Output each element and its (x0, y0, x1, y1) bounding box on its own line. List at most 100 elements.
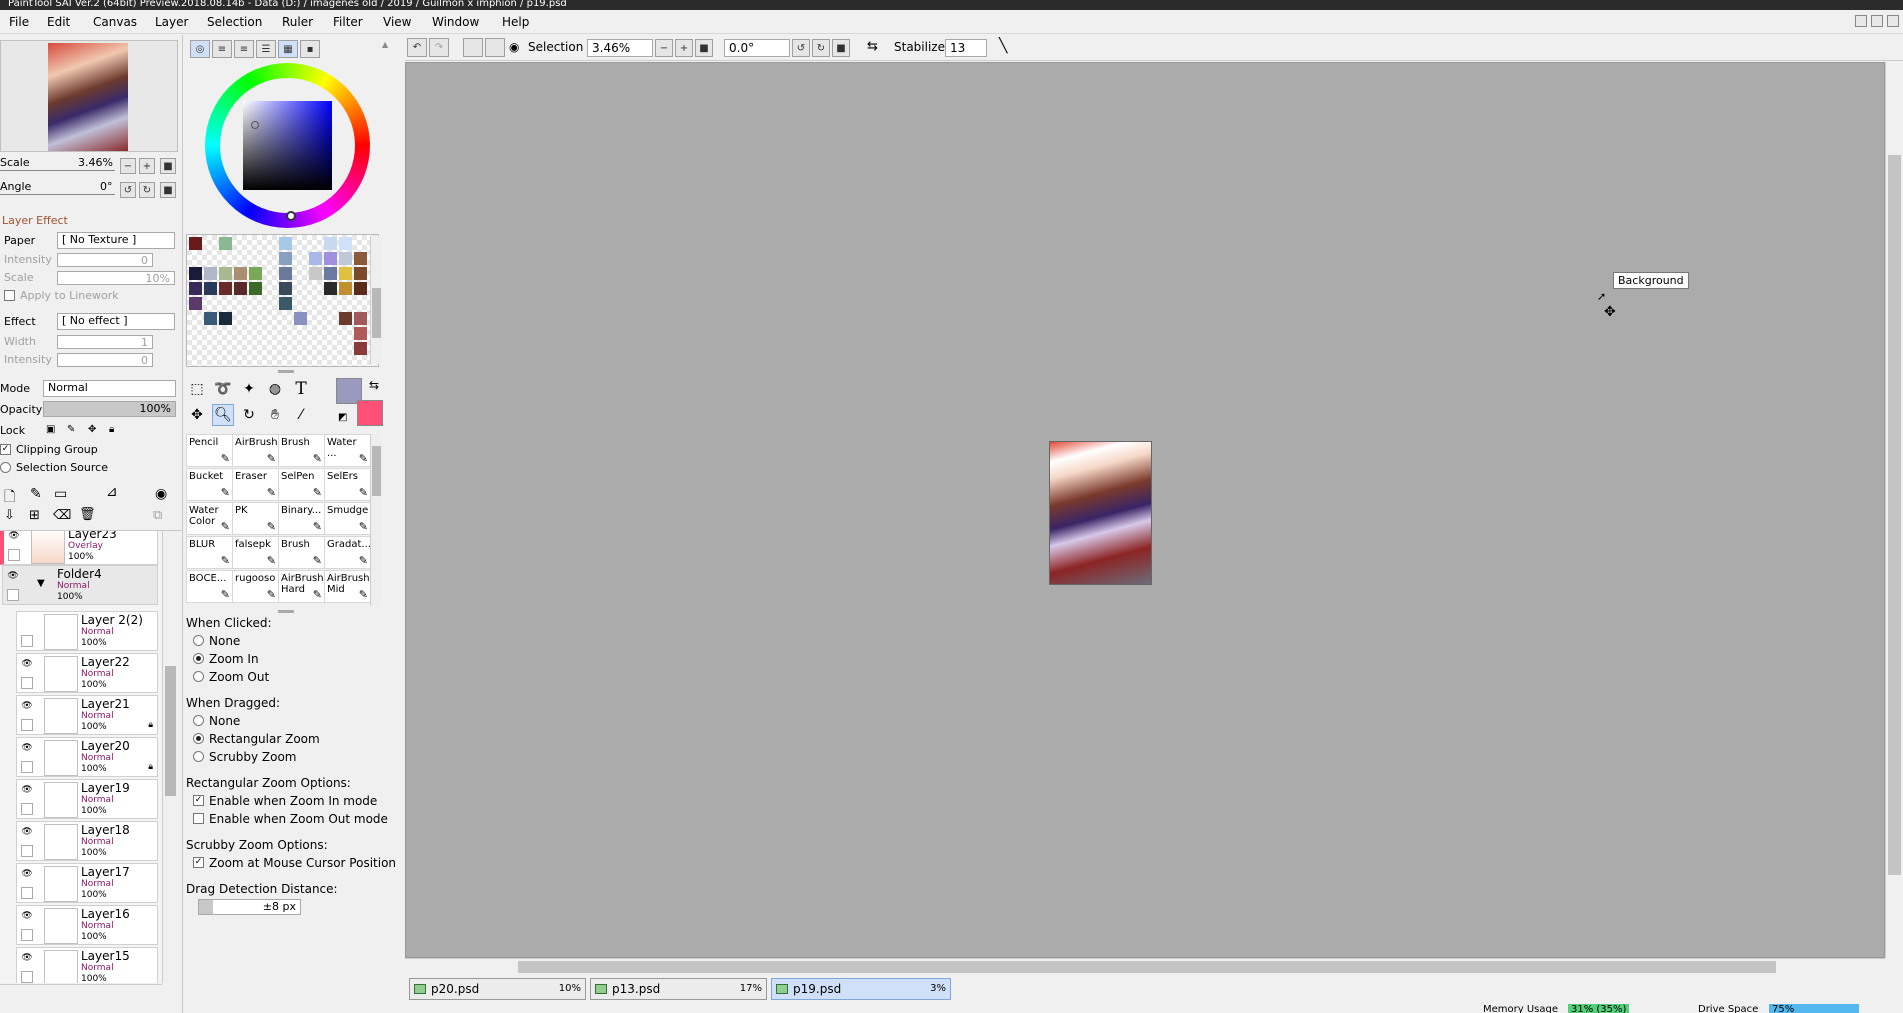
layer-select-checkbox[interactable] (21, 719, 33, 731)
clicked-none-radio[interactable] (193, 635, 204, 646)
layer-row[interactable]: 👁︎ ▼ Folder4 Normal 100% (2, 565, 158, 605)
drag-detection-field[interactable]: ±8 px (198, 899, 301, 915)
swatch[interactable] (339, 237, 352, 250)
toolbar-zoom-in-button[interactable]: + (675, 39, 693, 57)
swatch[interactable] (354, 252, 367, 265)
intensity2-field[interactable]: 0 (57, 353, 153, 367)
dragged-none-radio[interactable] (193, 715, 204, 726)
layer-row[interactable]: 👁︎ Layer22 Normal 100% (16, 653, 158, 693)
visibility-eye-icon[interactable]: 👁︎ (8, 531, 20, 542)
close-button[interactable] (1887, 15, 1899, 27)
swatch[interactable] (309, 252, 322, 265)
layer-row[interactable]: Layer 2(2) Normal 100% (16, 611, 158, 651)
brush-slot[interactable]: Smudge ✎ (324, 502, 372, 535)
swatch[interactable] (204, 312, 217, 325)
selection-label[interactable]: Selection (528, 40, 583, 54)
menu-selection[interactable]: Selection (207, 15, 262, 29)
new-linework-layer-icon[interactable]: ✎ (30, 486, 42, 502)
swatch[interactable] (279, 282, 292, 295)
trash-icon[interactable]: 🗑︎ (79, 507, 96, 522)
lock-transparency-icon[interactable]: ▣ (46, 424, 55, 435)
minimize-button[interactable] (1855, 15, 1867, 27)
enable-zoom-in-checkbox[interactable]: ✓ (193, 795, 204, 806)
swatch-grid[interactable] (186, 234, 379, 367)
visibility-eye-icon[interactable]: 👁︎ (21, 658, 33, 670)
deselect-icon[interactable] (463, 38, 483, 57)
artwork-canvas[interactable] (1050, 442, 1151, 584)
hue-handle[interactable] (286, 211, 296, 221)
navigator[interactable] (0, 40, 178, 152)
layer-select-checkbox[interactable] (21, 929, 33, 941)
swatch[interactable] (354, 327, 367, 340)
swatch[interactable] (189, 267, 202, 280)
layer-row[interactable]: 👁︎ Layer18 Normal 100% (16, 821, 158, 861)
swatch[interactable] (249, 267, 262, 280)
layer-row[interactable]: 👁︎ Layer21 Normal 100% 🔒︎ (16, 695, 158, 735)
paper-select[interactable]: [ No Texture ] (57, 232, 175, 249)
menu-ruler[interactable]: Ruler (282, 15, 313, 29)
visibility-eye-icon[interactable]: 👁︎ (21, 952, 33, 964)
visibility-eye-icon[interactable]: 👁︎ (21, 700, 33, 712)
layer-select-checkbox[interactable] (21, 677, 33, 689)
panel-collapse-icon[interactable]: ▲ (382, 40, 392, 52)
toolbar-rotate-cw-button[interactable]: ↻ (812, 39, 830, 57)
swatch[interactable] (234, 282, 247, 295)
zoom-in-button[interactable]: + (139, 158, 155, 174)
left-hscroll[interactable] (0, 984, 162, 1000)
hand-icon[interactable]: ✋︎ (264, 404, 286, 426)
toolbar-zoom-out-button[interactable]: − (655, 39, 673, 57)
undo-icon[interactable]: ↶ (407, 38, 427, 57)
swatch[interactable] (324, 282, 337, 295)
swatch-scrollbar[interactable] (370, 236, 382, 364)
layer-select-checkbox[interactable] (7, 589, 19, 601)
lock-all-icon[interactable]: 🔒︎ (109, 424, 114, 435)
angle-slider[interactable] (0, 194, 115, 195)
visibility-eye-icon[interactable]: 👁︎ (7, 570, 19, 582)
rotate-ccw-button[interactable]: ↺ (120, 182, 136, 198)
move-icon[interactable]: ✥ (186, 404, 208, 426)
swatch[interactable] (189, 297, 202, 310)
shape-icon[interactable]: ◍ (264, 378, 286, 400)
brush-slot[interactable]: Gradat... ✎ (324, 536, 372, 569)
enable-zoom-out-checkbox[interactable] (193, 813, 204, 824)
zoom-reset-button[interactable]: ■ (160, 158, 176, 174)
brush-slot[interactable]: SelPen ✎ (278, 468, 326, 501)
color-wheel-tab[interactable]: ◎ (190, 40, 210, 58)
text-tool-icon[interactable]: T (290, 378, 312, 400)
swatch[interactable] (279, 252, 292, 265)
swatch[interactable] (324, 237, 337, 250)
layer-row[interactable]: 👁︎ Layer20 Normal 100% 🔒︎ (16, 737, 158, 777)
visibility-eye-icon[interactable]: 👁︎ (21, 910, 33, 922)
line-tool-icon[interactable]: ╲ (999, 38, 1007, 54)
swatch[interactable] (189, 282, 202, 295)
brush-slot[interactable]: AirBrush Hard ✎ (278, 570, 326, 603)
canvas-area[interactable]: Background ➚ ✥ (405, 62, 1885, 958)
apply-linework-checkbox[interactable] (4, 290, 15, 301)
brush-slot[interactable]: PK ✎ (232, 502, 280, 535)
brush-slot[interactable]: Pencil ✎ (186, 434, 234, 467)
zoom-at-cursor-checkbox[interactable]: ✓ (193, 857, 204, 868)
rotate-cw-button[interactable]: ↻ (139, 182, 155, 198)
hsv-slider-tab[interactable]: ≡ (234, 40, 254, 58)
menu-edit[interactable]: Edit (47, 15, 70, 29)
scale-value[interactable]: 3.46% (78, 156, 113, 169)
secondary-color-swatch[interactable] (357, 400, 383, 426)
visibility-eye-icon[interactable]: 👁︎ (21, 868, 33, 880)
menu-canvas[interactable]: Canvas (93, 15, 137, 29)
visibility-eye-icon[interactable] (21, 616, 33, 628)
brush-slot[interactable]: AirBrush Mid ✎ (324, 570, 372, 603)
new-folder-icon[interactable]: ▭ (54, 486, 67, 502)
layer-select-checkbox[interactable] (21, 971, 33, 983)
swatch[interactable] (219, 282, 232, 295)
merge-down-icon[interactable]: ⇩ (4, 508, 15, 523)
restore-button[interactable] (1871, 15, 1883, 27)
canvas-vscroll[interactable] (1885, 62, 1903, 958)
canvas-hscroll[interactable] (405, 958, 1885, 975)
menu-layer[interactable]: Layer (155, 15, 188, 29)
scale-slider[interactable] (0, 170, 115, 171)
swatch[interactable] (234, 267, 247, 280)
redo-icon[interactable]: ↷ (429, 38, 449, 57)
layer-row[interactable]: 👁︎ Layer23 Overlay 100% (0, 531, 158, 565)
new-layer-plus-icon[interactable]: ⊞ (29, 508, 40, 523)
swatch[interactable] (279, 267, 292, 280)
